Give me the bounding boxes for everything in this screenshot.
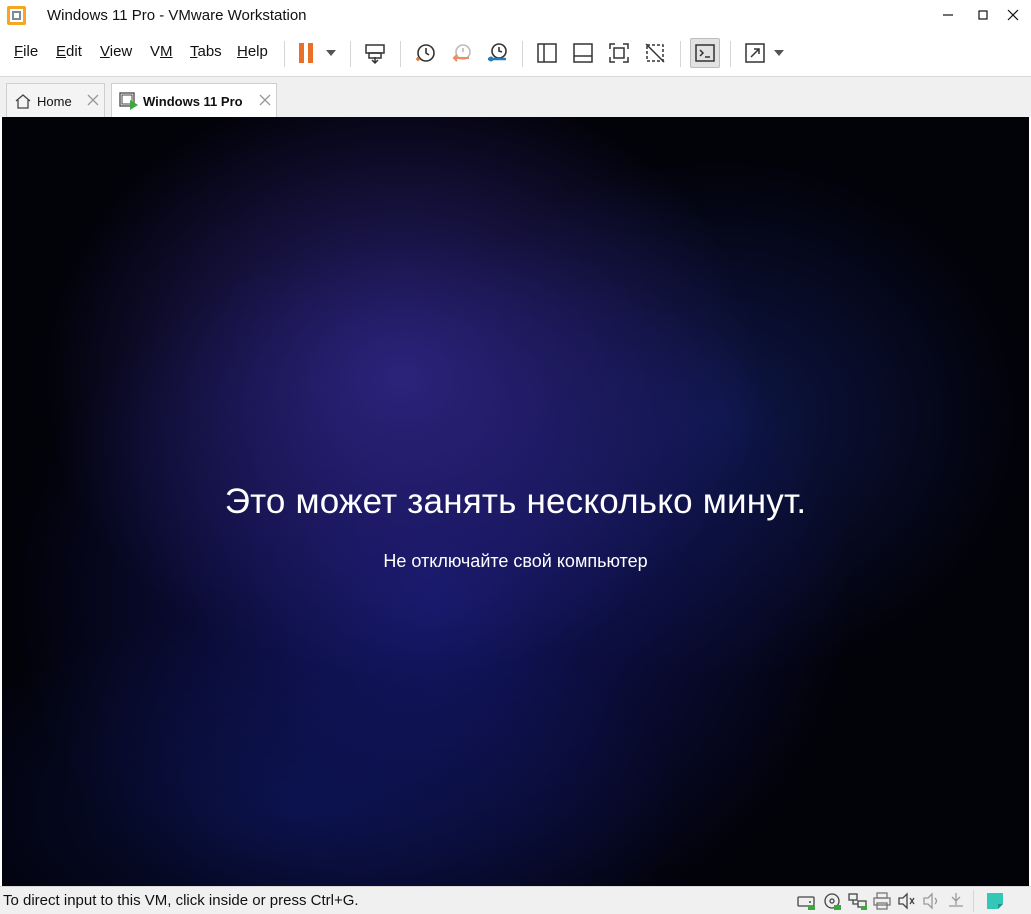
menu-tabs[interactable]: Tabs: [190, 43, 222, 60]
fullscreen-button[interactable]: [604, 38, 634, 68]
menu-edit[interactable]: Edit: [56, 43, 82, 60]
guest-setup-title: Это может занять несколько минут.: [224, 482, 807, 521]
maximize-icon: [978, 10, 988, 20]
minimize-button[interactable]: [933, 0, 963, 30]
unity-button[interactable]: [640, 38, 670, 68]
toolbar-separator: [730, 41, 731, 67]
window-title: Windows 11 Pro - VMware Workstation: [47, 7, 307, 24]
minimize-icon: [943, 14, 953, 16]
message-log-icon[interactable]: [985, 891, 1005, 911]
tab-windows-11-pro-label: Windows 11 Pro: [143, 94, 243, 109]
tab-home-label: Home: [37, 94, 72, 109]
menu-help[interactable]: Help: [237, 43, 268, 60]
stretch-guest-icon: [745, 43, 765, 63]
tab-home[interactable]: Home: [6, 83, 105, 118]
show-library-button[interactable]: [532, 38, 562, 68]
cd-dvd-icon[interactable]: [822, 891, 842, 911]
vm-running-icon: [119, 92, 138, 110]
hard-disk-icon[interactable]: [796, 891, 816, 911]
show-library-icon: [537, 43, 557, 63]
pause-icon: [299, 43, 313, 63]
vm-console[interactable]: Это может занять несколько минут. Не отк…: [2, 117, 1029, 886]
stretch-dropdown-button[interactable]: [766, 38, 792, 68]
fullscreen-icon: [609, 43, 629, 63]
printer-icon[interactable]: [872, 891, 892, 911]
snapshot-manager-icon: [488, 43, 507, 62]
unity-icon: [645, 43, 665, 63]
snapshot-manager-button[interactable]: [482, 38, 512, 68]
toolbar-separator: [400, 41, 401, 67]
status-message: To direct input to this VM, click inside…: [3, 892, 359, 909]
title-bar: Windows 11 Pro - VMware Workstation: [0, 0, 1031, 32]
status-bar: To direct input to this VM, click inside…: [0, 886, 1031, 914]
toolbar-separator: [680, 41, 681, 67]
menu-vm[interactable]: VM: [150, 43, 173, 60]
snapshot-revert-icon: [452, 44, 471, 62]
menu-view[interactable]: View: [100, 43, 132, 60]
status-separator: [973, 890, 974, 912]
dropdown-arrow-icon: [774, 50, 784, 56]
dropdown-arrow-icon: [326, 50, 336, 56]
toolbar-separator: [350, 41, 351, 67]
take-snapshot-button[interactable]: [410, 38, 440, 68]
send-ctrl-alt-del-icon: [365, 44, 385, 65]
close-icon: [1007, 9, 1019, 21]
thumbnail-bar-icon: [573, 43, 593, 63]
thumbnail-bar-button[interactable]: [568, 38, 598, 68]
sound-muted-icon[interactable]: [922, 891, 942, 911]
revert-snapshot-button[interactable]: [446, 38, 476, 68]
maximize-button[interactable]: [968, 0, 998, 30]
send-ctrl-alt-del-button[interactable]: [360, 38, 390, 68]
network-adapter-icon[interactable]: [848, 891, 868, 911]
close-icon[interactable]: [86, 93, 100, 107]
guest-setup-subtitle: Не отключайте свой компьютер: [383, 551, 648, 571]
console-view-icon: [695, 44, 715, 62]
close-button[interactable]: [998, 0, 1028, 30]
close-icon[interactable]: [258, 93, 272, 107]
home-icon: [15, 94, 31, 109]
snapshot-take-icon: [416, 44, 435, 62]
usb-icon[interactable]: [946, 891, 966, 911]
menu-file[interactable]: File: [14, 43, 38, 60]
sound-card-icon[interactable]: [897, 891, 917, 911]
toolbar-separator: [522, 41, 523, 67]
tab-windows-11-pro[interactable]: Windows 11 Pro: [111, 83, 277, 118]
toolbar-separator: [284, 41, 285, 67]
vmware-workstation-icon[interactable]: [6, 5, 27, 26]
toolbar: File Edit View VM Tabs Help: [0, 32, 1031, 76]
tab-strip: Home Windows 11 Pro: [0, 76, 1031, 118]
console-view-button[interactable]: [690, 38, 720, 68]
power-dropdown-button[interactable]: [318, 38, 344, 68]
